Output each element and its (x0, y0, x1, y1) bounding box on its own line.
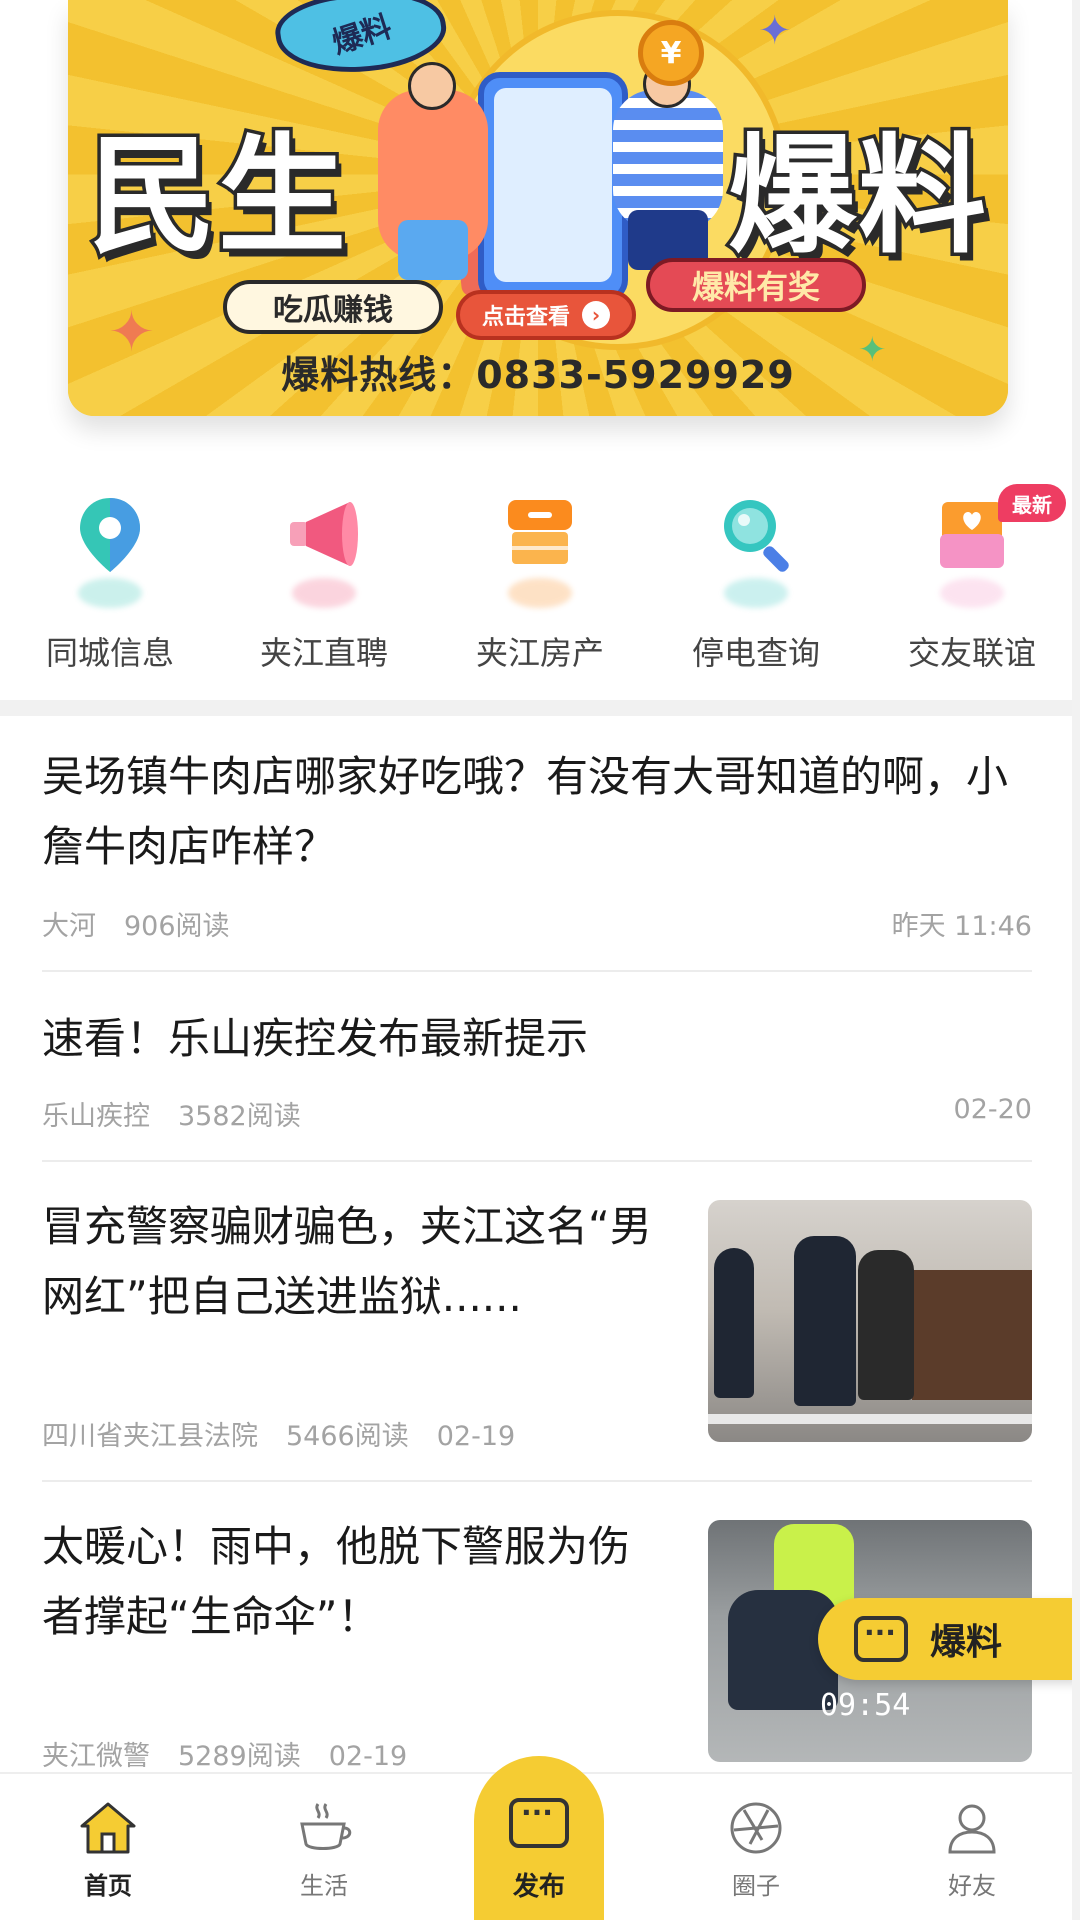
tab-friends[interactable]: 好友 (864, 1800, 1080, 1920)
tab-life[interactable]: 生活 (216, 1800, 432, 1920)
news-time: 昨天 11:46 (891, 911, 1032, 942)
news-title: 太暖心！雨中，他脱下警服为伤者撑起“生命伞”！ (42, 1522, 631, 1641)
tab-publish[interactable]: 发布 (474, 1756, 604, 1920)
quicknav-item-power-outage[interactable]: 停电查询 (648, 478, 864, 688)
news-thumbnail (708, 1200, 1032, 1442)
chat-bubble-icon (854, 1616, 908, 1662)
news-item[interactable]: 冒充警察骗财骗色，夹江这名“男网红”把自己送进监狱...... 四川省夹江县法院… (42, 1192, 1032, 1452)
news-reads: 906阅读 (124, 911, 230, 942)
chat-bubble-icon (509, 1796, 569, 1848)
report-float-button[interactable]: 爆料 (818, 1598, 1080, 1680)
video-timestamp: 09:54 (820, 1688, 911, 1723)
new-badge: 最新 (998, 484, 1066, 522)
banner-title-left: 民生 (84, 119, 349, 275)
chevron-right-icon: › (582, 301, 610, 329)
news-reads: 3582阅读 (178, 1101, 301, 1132)
news-time: 02-20 (953, 1094, 1032, 1125)
quicknav-item-real-estate[interactable]: 夹江房产 (432, 478, 648, 688)
news-item[interactable]: 速看！乐山疾控发布最新提示 乐山疾控 3582阅读 02-20 (42, 1004, 1032, 1132)
news-time: 02-19 (436, 1421, 516, 1452)
news-meta: 四川省夹江县法院 5466阅读 02-19 (42, 1414, 543, 1453)
sparkle-icon: ✦ (758, 8, 792, 54)
coffee-cup-icon (294, 1800, 354, 1856)
banner-title-right: 爆料 (724, 119, 989, 275)
location-pin-icon (68, 492, 152, 608)
tab-home[interactable]: 首页 (0, 1800, 216, 1920)
person-illustration (613, 90, 723, 230)
news-source: 乐山疾控 (42, 1101, 150, 1132)
list-divider (42, 1160, 1032, 1162)
banner-pill-left: 吃瓜赚钱 (223, 280, 443, 334)
section-divider (0, 700, 1080, 716)
news-source: 大河 (42, 911, 96, 942)
list-divider (42, 970, 1032, 972)
quick-nav: 同城信息 夹江直聘 夹江房产 停电查询 交友联谊 (0, 478, 1080, 688)
banner-hotline: 爆料热线：0833-5929929 (281, 353, 795, 397)
shop-icon (498, 492, 582, 608)
report-float-label: 爆料 (930, 1622, 1003, 1663)
edge-shadow (1072, 0, 1080, 1920)
magnifier-icon (714, 492, 798, 608)
aperture-icon (726, 1800, 786, 1856)
news-meta: 大河 906阅读 (42, 904, 258, 943)
news-item[interactable]: 吴场镇牛肉店哪家好吃哦？有没有大哥知道的啊，小詹牛肉店咋样？ 大河 906阅读 昨… (42, 742, 1032, 942)
quicknav-item-jobs[interactable]: 夹江直聘 (216, 478, 432, 688)
phone-illustration (478, 72, 628, 302)
tab-circle[interactable]: 圈子 (648, 1800, 864, 1920)
banner-cta-button[interactable]: 点击查看 › (456, 290, 636, 340)
news-time: 02-19 (328, 1741, 408, 1772)
promo-banner[interactable]: 爆料 ✦ ✦ ✦ 民生 ¥ 爆料 吃瓜赚钱 点击查看 › 爆料有奖 爆料热线：08… (68, 0, 1008, 416)
news-source: 夹江微警 (42, 1741, 150, 1772)
coin-icon: ¥ (638, 20, 704, 86)
news-reads: 5466阅读 (286, 1421, 409, 1452)
megaphone-icon (282, 492, 366, 608)
list-divider (42, 1480, 1032, 1482)
home-icon (78, 1800, 138, 1856)
news-reads: 5289阅读 (178, 1741, 301, 1772)
user-icon (942, 1800, 1002, 1856)
banner-pill-right: 爆料有奖 (646, 258, 866, 312)
news-meta: 乐山疾控 3582阅读 (42, 1094, 329, 1133)
quicknav-item-local-info[interactable]: 同城信息 (2, 478, 218, 688)
news-title: 吴场镇牛肉店哪家好吃哦？有没有大哥知道的啊，小詹牛肉店咋样？ (42, 752, 1009, 871)
news-title: 冒充警察骗财骗色，夹江这名“男网红”把自己送进监狱...... (42, 1202, 652, 1321)
news-source: 四川省夹江县法院 (42, 1421, 258, 1452)
news-title: 速看！乐山疾控发布最新提示 (42, 1014, 589, 1063)
news-meta: 夹江微警 5289阅读 02-19 (42, 1734, 435, 1773)
